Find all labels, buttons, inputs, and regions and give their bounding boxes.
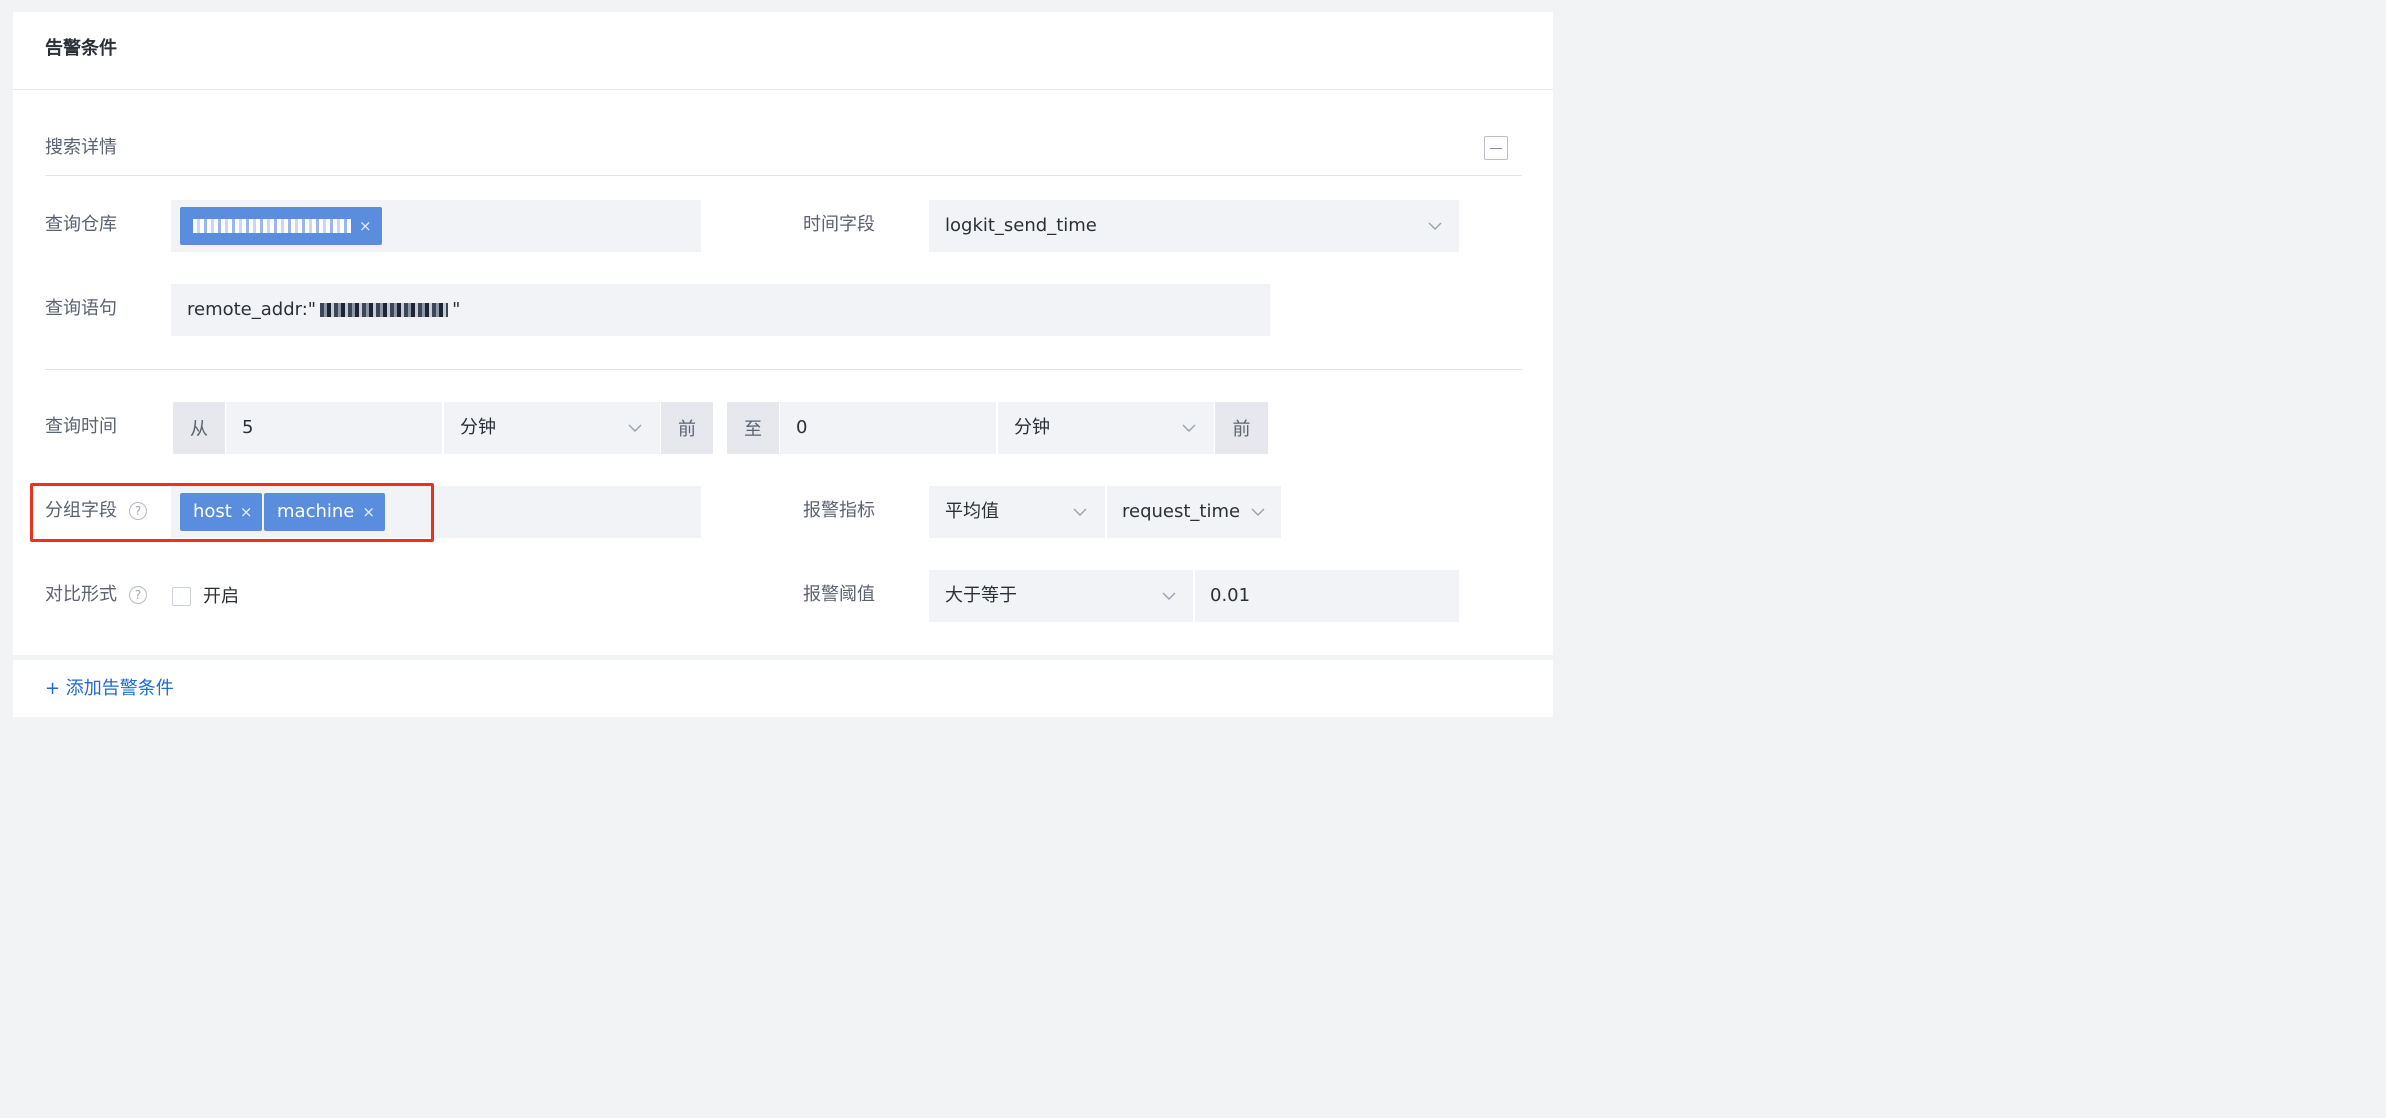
query-time-label: 查询时间	[45, 416, 117, 437]
query-input[interactable]: remote_addr:" "	[171, 284, 1270, 336]
collapse-button[interactable]	[1484, 136, 1508, 160]
query-value: remote_addr:" "	[187, 298, 460, 322]
chevron-down-icon	[1426, 217, 1444, 235]
query-suffix: "	[452, 299, 461, 320]
to-unit-value: 分钟	[1014, 417, 1050, 438]
from-value: 5	[242, 417, 254, 438]
search-detail-divider	[45, 175, 1522, 176]
repo-tag: ×	[180, 207, 382, 245]
threshold-value: 0.01	[1210, 585, 1251, 606]
section-title: 告警条件	[45, 38, 117, 59]
threshold-label: 报警阈值	[803, 584, 875, 605]
chevron-down-icon	[626, 419, 644, 437]
compare-checkbox[interactable]	[172, 587, 191, 606]
redacted-address	[320, 303, 449, 317]
from-addon: 从	[173, 402, 225, 454]
repo-tag-remove[interactable]: ×	[359, 207, 372, 245]
threshold-operator-value: 大于等于	[945, 585, 1017, 606]
threshold-operator-select[interactable]: 大于等于	[929, 570, 1193, 622]
to-value-input[interactable]: 0	[780, 402, 996, 454]
to-addon: 至	[727, 402, 779, 454]
chevron-down-icon	[1249, 503, 1267, 521]
from-unit-select[interactable]: 分钟	[444, 402, 660, 454]
metric-label: 报警指标	[803, 500, 875, 521]
metric-field-value: request_time	[1122, 501, 1241, 522]
help-icon[interactable]: ?	[129, 586, 147, 604]
group-highlight-box	[30, 483, 434, 542]
compare-label: 对比形式	[45, 584, 117, 605]
repo-select[interactable]: ×	[171, 200, 701, 252]
to-unit-select[interactable]: 分钟	[998, 402, 1214, 454]
to-value: 0	[796, 417, 808, 438]
chevron-down-icon	[1180, 419, 1198, 437]
from-value-input[interactable]: 5	[226, 402, 442, 454]
time-field-value: logkit_send_time	[945, 215, 1097, 236]
add-condition-link[interactable]: + 添加告警条件	[45, 677, 174, 701]
threshold-value-input[interactable]: 0.01	[1195, 570, 1459, 622]
from-suffix-addon: 前	[661, 402, 713, 454]
metric-agg-select[interactable]: 平均值	[929, 486, 1105, 538]
chevron-down-icon	[1160, 587, 1178, 605]
from-unit-value: 分钟	[460, 417, 496, 438]
redacted-repo-name	[193, 219, 351, 233]
search-detail-title: 搜索详情	[45, 137, 117, 158]
query-prefix: remote_addr:"	[187, 299, 317, 320]
add-condition-card	[13, 660, 1553, 717]
minus-icon	[1490, 148, 1502, 149]
time-field-label: 时间字段	[803, 214, 875, 235]
chevron-down-icon	[1071, 503, 1089, 521]
query-label: 查询语句	[45, 298, 117, 319]
header-divider	[13, 89, 1553, 90]
metric-field-select[interactable]: request_time	[1107, 486, 1281, 538]
query-divider	[45, 369, 1522, 370]
compare-checkbox-label[interactable]: 开启	[203, 585, 239, 609]
to-suffix-addon: 前	[1215, 402, 1268, 454]
repo-label: 查询仓库	[45, 214, 117, 235]
time-field-select[interactable]: logkit_send_time	[929, 200, 1459, 252]
metric-agg-value: 平均值	[945, 501, 999, 522]
